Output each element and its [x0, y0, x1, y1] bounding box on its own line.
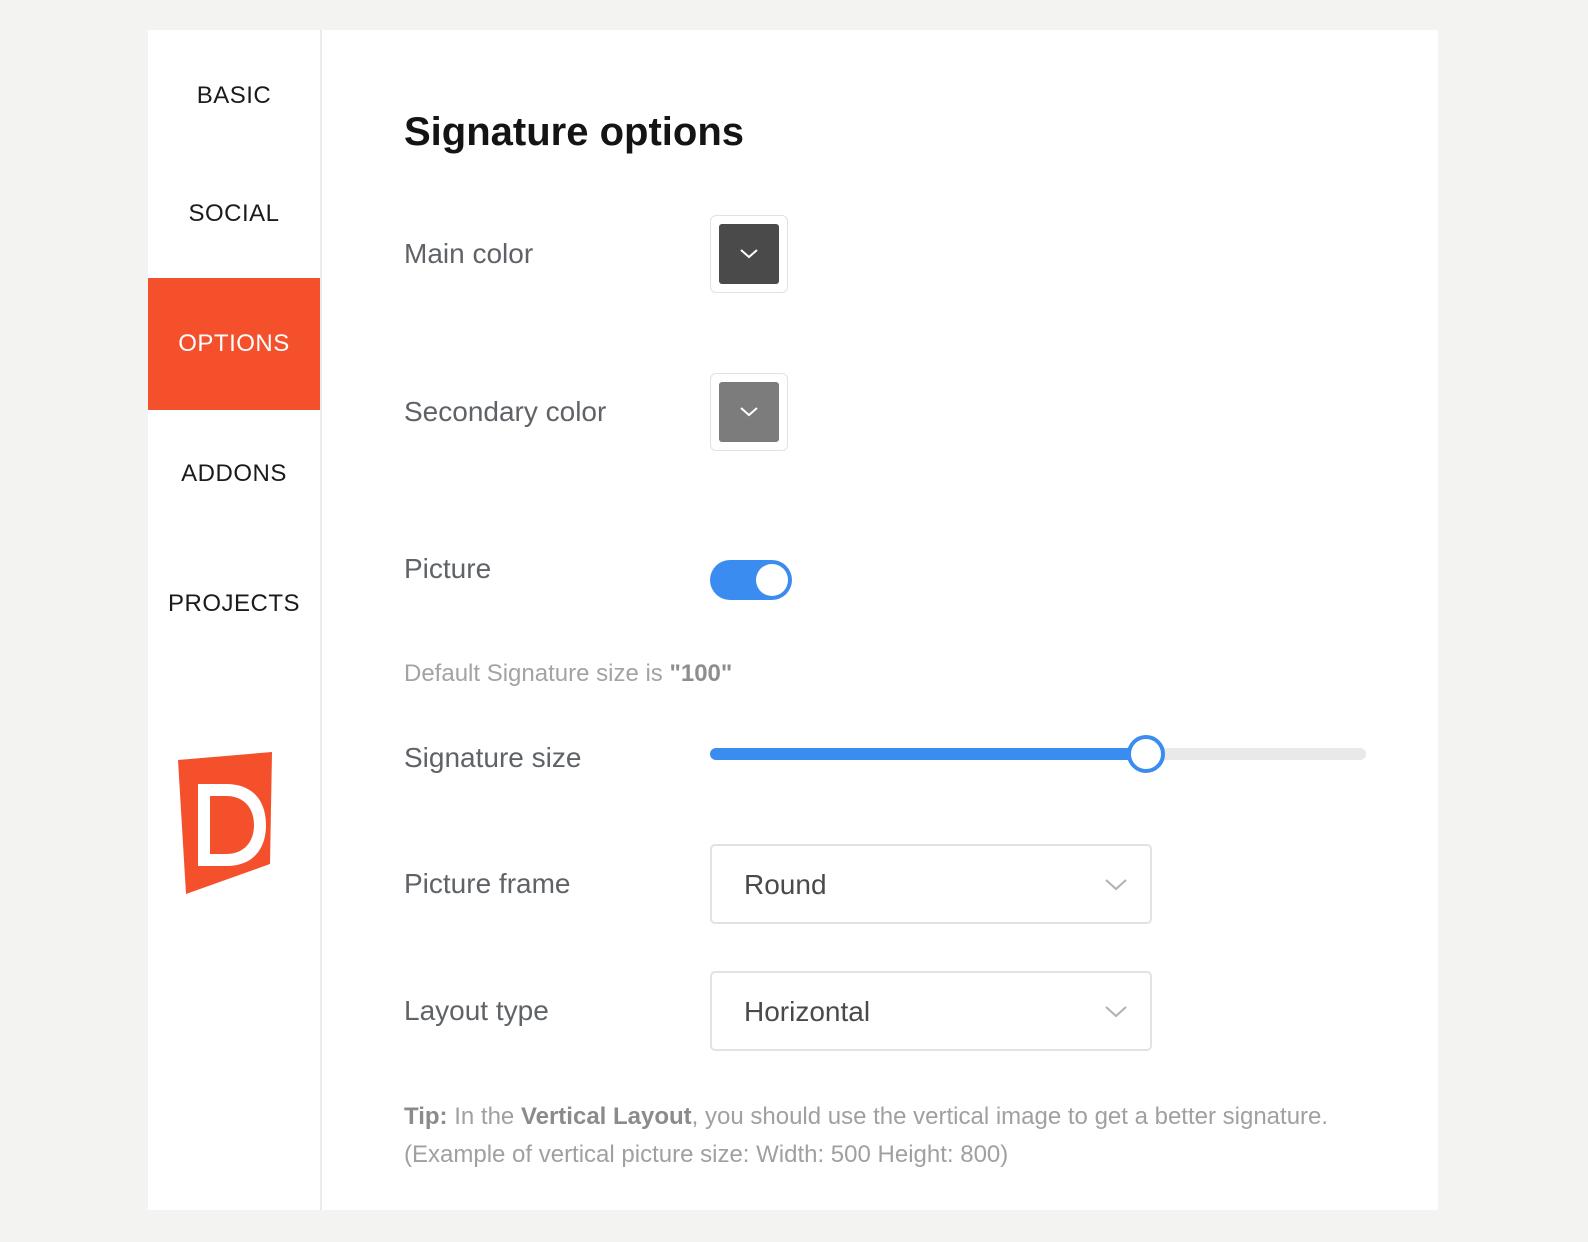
settings-card: BASIC SOCIAL OPTIONS ADDONS PROJECTS Sig… [148, 30, 1438, 1210]
sidebar-item-basic[interactable]: BASIC [148, 30, 320, 162]
picture-label: Picture [404, 553, 492, 584]
picture-frame-label: Picture frame [404, 868, 571, 899]
tip-line-1: Tip: In the Vertical Layout, you should … [404, 1098, 1424, 1136]
chevron-down-icon [1105, 1006, 1127, 1018]
brand-logo [178, 752, 272, 894]
chevron-down-icon [740, 407, 758, 417]
sidebar-nav: BASIC SOCIAL OPTIONS ADDONS PROJECTS [148, 30, 322, 1210]
signature-size-slider[interactable] [710, 732, 1366, 773]
sidebar-item-options[interactable]: OPTIONS [148, 278, 320, 410]
layout-type-label: Layout type [404, 995, 549, 1026]
tip-text: , you should use the vertical image to g… [691, 1103, 1329, 1130]
slider-handle[interactable] [1127, 735, 1166, 773]
size-hint-value: "100" [669, 660, 733, 687]
secondary-color-label: Secondary color [404, 396, 607, 427]
picture-toggle[interactable] [710, 560, 792, 600]
picture-frame-select[interactable]: Round [710, 844, 1152, 924]
toggle-knob [756, 564, 788, 596]
main-color-swatch [719, 224, 779, 284]
sidebar-item-addons[interactable]: ADDONS [148, 408, 320, 540]
size-hint-text: Default Signature size is [404, 660, 670, 687]
layout-tip: Tip: In the Vertical Layout, you should … [404, 1098, 1424, 1174]
secondary-color-swatch [719, 382, 779, 442]
chevron-down-icon [740, 249, 758, 259]
main-color-label: Main color [404, 238, 534, 269]
page-title: Signature options [404, 110, 744, 154]
main-color-picker[interactable] [710, 215, 788, 293]
layout-type-select[interactable]: Horizontal [710, 971, 1152, 1051]
chevron-down-icon [1105, 879, 1127, 891]
main-panel: Signature options Main color Secondary c… [320, 30, 1438, 1210]
tip-strong: Tip: [404, 1103, 448, 1130]
size-hint: Default Signature size is "100" [404, 660, 732, 688]
picture-frame-value: Round [744, 869, 827, 900]
layout-type-value: Horizontal [744, 996, 871, 1027]
signature-size-label: Signature size [404, 742, 582, 773]
sidebar-item-projects[interactable]: PROJECTS [148, 538, 320, 670]
tip-emphasis: Vertical Layout [520, 1103, 692, 1130]
tip-line-2: (Example of vertical picture size: Width… [404, 1141, 1009, 1168]
slider-track [710, 748, 1147, 760]
sidebar-item-social[interactable]: SOCIAL [148, 148, 320, 280]
tip-text: In the [447, 1103, 521, 1130]
secondary-color-picker[interactable] [710, 373, 788, 451]
